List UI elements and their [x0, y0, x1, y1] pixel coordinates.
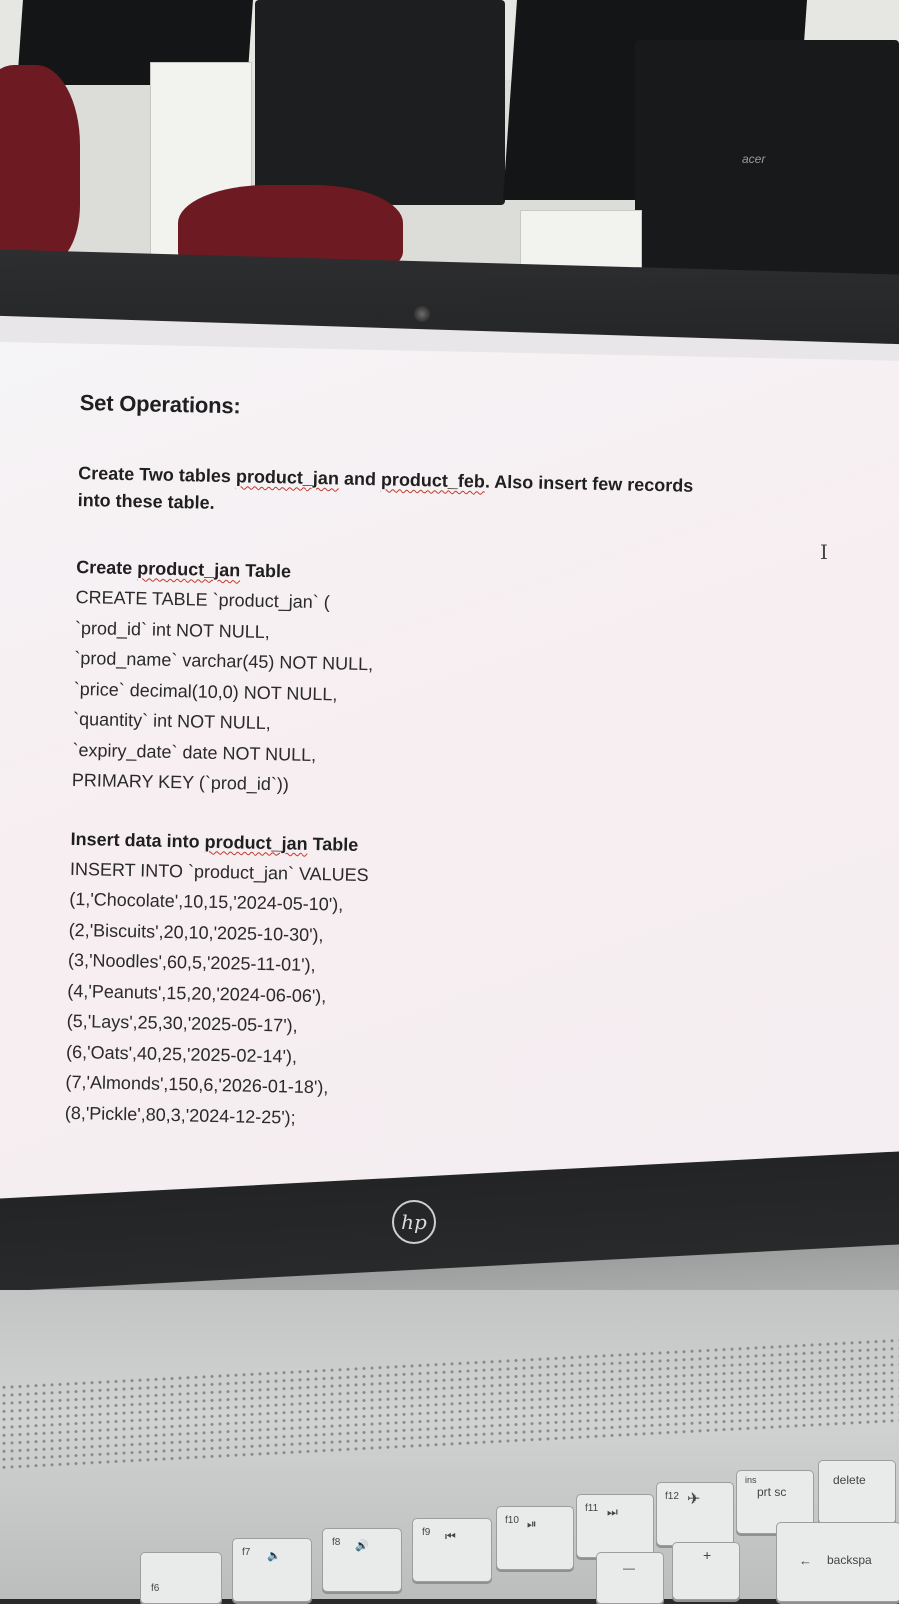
airplane-mode-icon: ✈	[687, 1491, 701, 1508]
next-track-icon: ⏭	[607, 1505, 618, 1519]
key-f10[interactable]: f10 ⏯	[496, 1506, 574, 1570]
intro-paragraph: Create Two tables product_jan and produc…	[77, 460, 818, 529]
key-f9[interactable]: f9 ⏮	[412, 1518, 492, 1582]
key-label: backspa	[827, 1553, 872, 1567]
key-delete[interactable]: delete	[818, 1460, 896, 1524]
key-f8[interactable]: f8 🔊	[322, 1528, 402, 1592]
text-cursor-icon: I	[820, 540, 828, 564]
create-table-section: Create product_jan Table CREATE TABLE `p…	[72, 552, 817, 811]
key-label: ins	[745, 1475, 757, 1485]
key-label: delete	[833, 1473, 866, 1487]
pc-tower-center	[255, 0, 505, 205]
acer-logo: acer	[742, 152, 766, 166]
key-label: +	[703, 1547, 712, 1563]
key-f7[interactable]: f7 🔈	[232, 1538, 312, 1602]
intro-text: . Also insert few records	[484, 471, 694, 496]
intro-text: and	[338, 468, 382, 490]
volume-up-icon: 🔊	[355, 1540, 369, 1552]
section-title-table: product_jan	[137, 558, 241, 581]
key-label: f10	[505, 1515, 519, 1526]
key-label: prt sc	[757, 1485, 787, 1499]
volume-down-icon: 🔈	[267, 1550, 281, 1562]
section-title-text: Table	[307, 833, 359, 855]
key-plus[interactable]: +	[672, 1542, 740, 1600]
key-f11[interactable]: f11 ⏭	[576, 1494, 654, 1558]
intro-text: into these table.	[77, 489, 215, 513]
key-label: f11	[585, 1503, 599, 1514]
key-label: —	[623, 1561, 635, 1575]
key-f12[interactable]: f12 ✈	[656, 1482, 734, 1546]
section-title-table: product_jan	[204, 831, 308, 854]
webcam	[414, 306, 430, 322]
section-title-text: Table	[240, 560, 292, 582]
intro-table-feb: product_feb	[380, 469, 486, 492]
backspace-arrow-icon: ←	[799, 1553, 812, 1568]
previous-track-icon: ⏮	[445, 1529, 456, 1543]
section-title-text: Create	[76, 556, 138, 579]
play-pause-icon: ⏯	[527, 1517, 537, 1531]
key-f6[interactable]: f6	[140, 1552, 222, 1604]
document-page[interactable]: Set Operations: Create Two tables produc…	[64, 390, 820, 1171]
insert-data-section: Insert data into product_jan Table INSER…	[65, 823, 811, 1143]
key-backspace[interactable]: ← backspa	[776, 1522, 899, 1602]
key-label: f12	[665, 1491, 679, 1502]
intro-text: Create Two tables	[78, 462, 237, 487]
key-label: f7	[242, 1547, 251, 1558]
key-label: f9	[422, 1527, 431, 1538]
key-minus[interactable]: —	[596, 1552, 664, 1604]
intro-table-jan: product_jan	[235, 466, 340, 489]
hp-logo: hp	[392, 1200, 436, 1244]
pc-tower-right	[635, 40, 899, 300]
red-chair-left	[0, 65, 80, 265]
key-label: f6	[151, 1583, 160, 1594]
section-title-text: Insert data into	[70, 828, 205, 852]
key-label: f8	[332, 1537, 341, 1548]
